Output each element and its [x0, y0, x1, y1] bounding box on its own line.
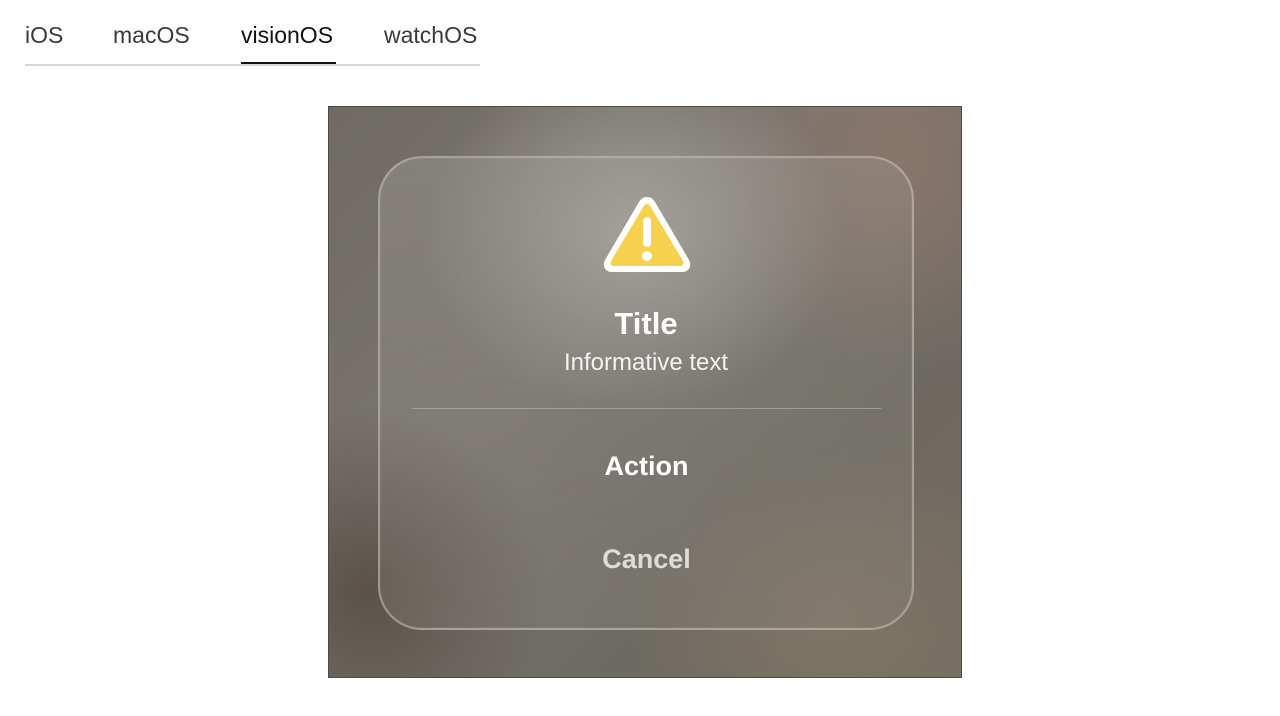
alert-title: Title — [614, 306, 678, 341]
cancel-button[interactable]: Cancel — [412, 531, 881, 587]
action-button[interactable]: Action — [412, 438, 881, 494]
tab-macos[interactable]: macOS — [113, 20, 190, 50]
visionos-preview: Title Informative text Action Cancel — [328, 106, 962, 678]
platform-tabs: iOS macOS visionOS watchOS — [25, 0, 480, 66]
tab-visionos[interactable]: visionOS — [241, 20, 333, 50]
tab-watchos[interactable]: watchOS — [384, 20, 477, 50]
alert-message: Informative text — [563, 349, 729, 376]
alert-divider — [412, 408, 881, 409]
warning-triangle-icon — [603, 197, 691, 272]
alert-dialog: Title Informative text Action Cancel — [378, 156, 914, 630]
active-tab-indicator — [241, 62, 336, 64]
tab-ios[interactable]: iOS — [25, 20, 63, 50]
